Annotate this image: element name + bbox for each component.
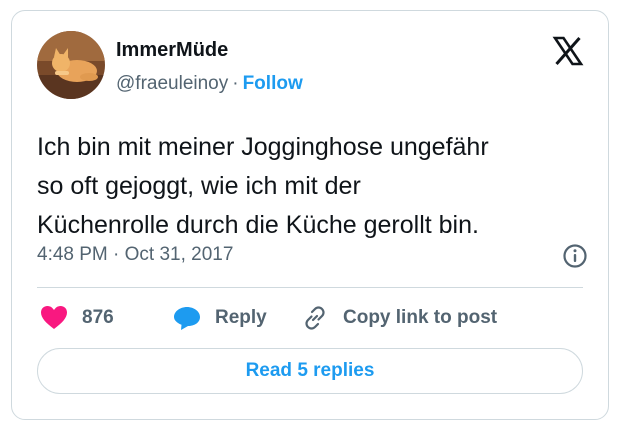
x-logo-icon[interactable] xyxy=(552,35,584,67)
link-icon xyxy=(301,304,329,332)
action-bar: 876 Reply Copy link to post xyxy=(37,301,583,335)
info-icon[interactable] xyxy=(562,243,588,269)
speech-bubble-icon xyxy=(173,305,201,331)
tweet-text: Ich bin mit meiner Jogginghose ungefähr … xyxy=(37,128,597,245)
author-handle[interactable]: @fraeuleinoy xyxy=(116,73,228,94)
tweet-timestamp[interactable]: 4:48 PM · Oct 31, 2017 xyxy=(37,244,233,266)
author-handle-line: @fraeuleinoy · Follow xyxy=(116,73,303,95)
read-replies-button[interactable]: Read 5 replies xyxy=(37,348,583,394)
copy-link-label: Copy link to post xyxy=(343,307,498,328)
separator-dot: · xyxy=(232,73,239,94)
like-count: 876 xyxy=(82,307,114,328)
tweet-card: ImmerMüde @fraeuleinoy · Follow Ich bin mi… xyxy=(11,10,609,420)
tweet-text-line: Küchenrolle durch die Küche gerollt bin. xyxy=(37,211,479,239)
copy-link-button[interactable]: Copy link to post xyxy=(301,301,497,335)
tweet-text-line: so oft gejoggt, wie ich mit der xyxy=(37,172,361,200)
avatar-image xyxy=(37,31,105,99)
author-display-name[interactable]: ImmerMüde xyxy=(116,39,228,62)
reply-button[interactable]: Reply xyxy=(173,301,267,335)
like-button[interactable]: 876 xyxy=(40,301,114,335)
tweet-text-line: Ich bin mit meiner Jogginghose ungefähr xyxy=(37,133,489,161)
follow-button[interactable]: Follow xyxy=(243,73,303,94)
heart-icon xyxy=(40,305,68,331)
avatar[interactable] xyxy=(37,31,105,99)
reply-label: Reply xyxy=(215,307,267,328)
divider xyxy=(37,287,583,288)
